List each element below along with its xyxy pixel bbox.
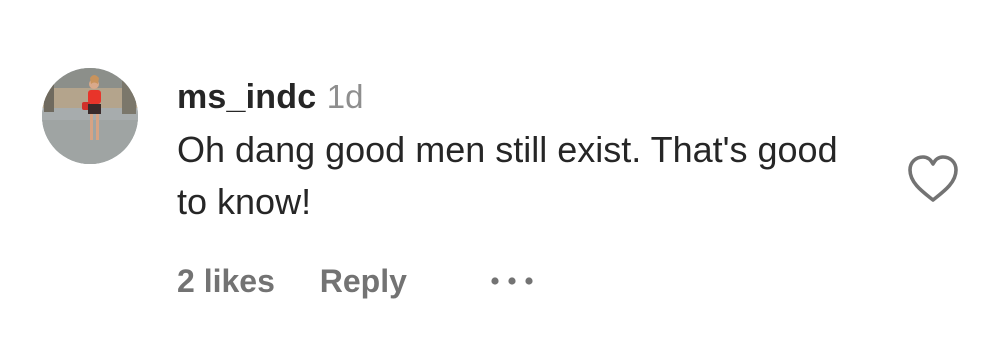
likes-count-link[interactable]: 2 likes [177, 258, 275, 304]
comment-timestamp[interactable]: 1d [327, 78, 364, 115]
username-link[interactable]: ms_indc [177, 78, 316, 116]
reply-button[interactable]: Reply [320, 258, 407, 304]
comment-body: ms_indc 1d Oh dang good men still exist.… [177, 74, 877, 228]
comment-meta: ms_indc 1d [177, 74, 877, 120]
avatar[interactable] [42, 68, 138, 164]
heart-icon[interactable] [905, 153, 961, 205]
user-avatar-photo [42, 68, 138, 164]
more-options-icon[interactable] [490, 276, 534, 286]
comment-text: Oh dang good men still exist. That's goo… [177, 129, 838, 222]
comment-item: ms_indc 1d Oh dang good men still exist.… [0, 0, 999, 350]
comment-actions: 2 likes Reply [177, 258, 534, 304]
